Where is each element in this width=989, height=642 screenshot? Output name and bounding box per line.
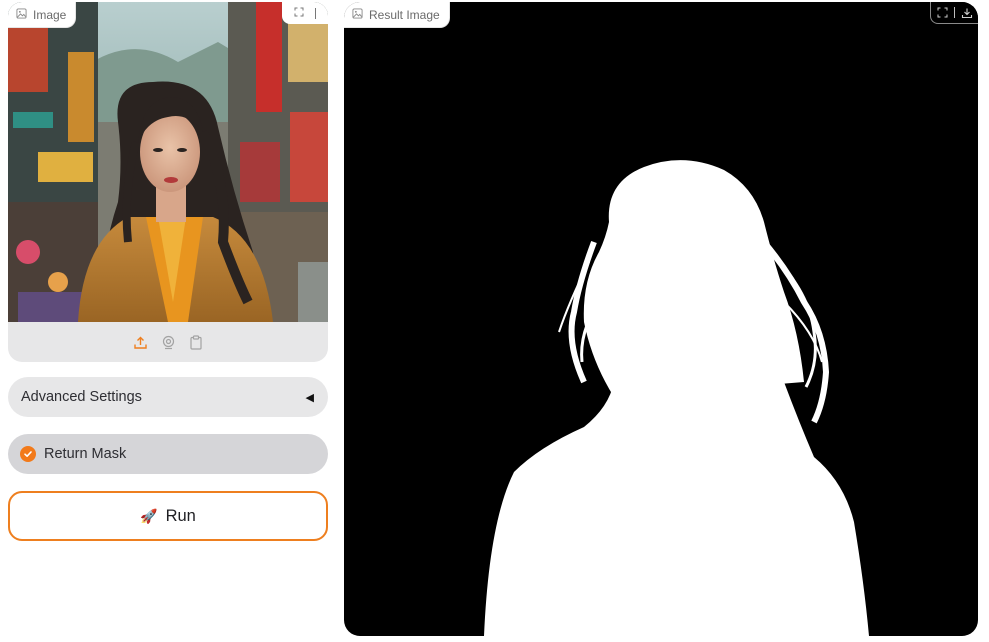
input-corner-tools <box>282 2 328 24</box>
image-icon <box>352 7 363 22</box>
result-toolbar <box>930 2 978 24</box>
divider-line <box>954 7 955 18</box>
run-button-label: Run <box>165 506 196 525</box>
input-image-panel[interactable]: Image <box>8 2 328 362</box>
divider-line <box>315 7 317 19</box>
advanced-settings-accordion[interactable]: Advanced Settings ◀ <box>8 377 328 417</box>
return-mask-label: Return Mask <box>44 446 127 462</box>
advanced-settings-label: Advanced Settings <box>21 389 142 405</box>
upload-icon[interactable] <box>132 334 148 350</box>
checkmark-icon[interactable] <box>20 446 36 462</box>
download-icon[interactable] <box>961 7 973 19</box>
run-button[interactable]: 🚀 Run <box>8 491 328 541</box>
fullscreen-icon[interactable] <box>294 4 304 22</box>
rocket-icon: 🚀 <box>140 507 158 524</box>
return-mask-checkbox[interactable]: Return Mask <box>8 434 328 474</box>
result-image-panel: Result Image <box>344 2 978 636</box>
input-image-label: Image <box>8 2 77 28</box>
fullscreen-icon[interactable] <box>937 7 949 19</box>
mask-silhouette <box>484 160 869 636</box>
result-image-label-text: Result Image <box>369 7 440 22</box>
input-image-label-text: Image <box>33 7 67 22</box>
result-image-label: Result Image <box>344 2 450 28</box>
collapse-toggle-icon[interactable]: ◀ <box>306 391 314 404</box>
webcam-icon[interactable] <box>160 334 176 350</box>
input-photo <box>8 2 328 322</box>
image-source-bar <box>8 322 328 362</box>
image-icon <box>16 7 27 22</box>
clipboard-icon[interactable] <box>188 334 204 350</box>
